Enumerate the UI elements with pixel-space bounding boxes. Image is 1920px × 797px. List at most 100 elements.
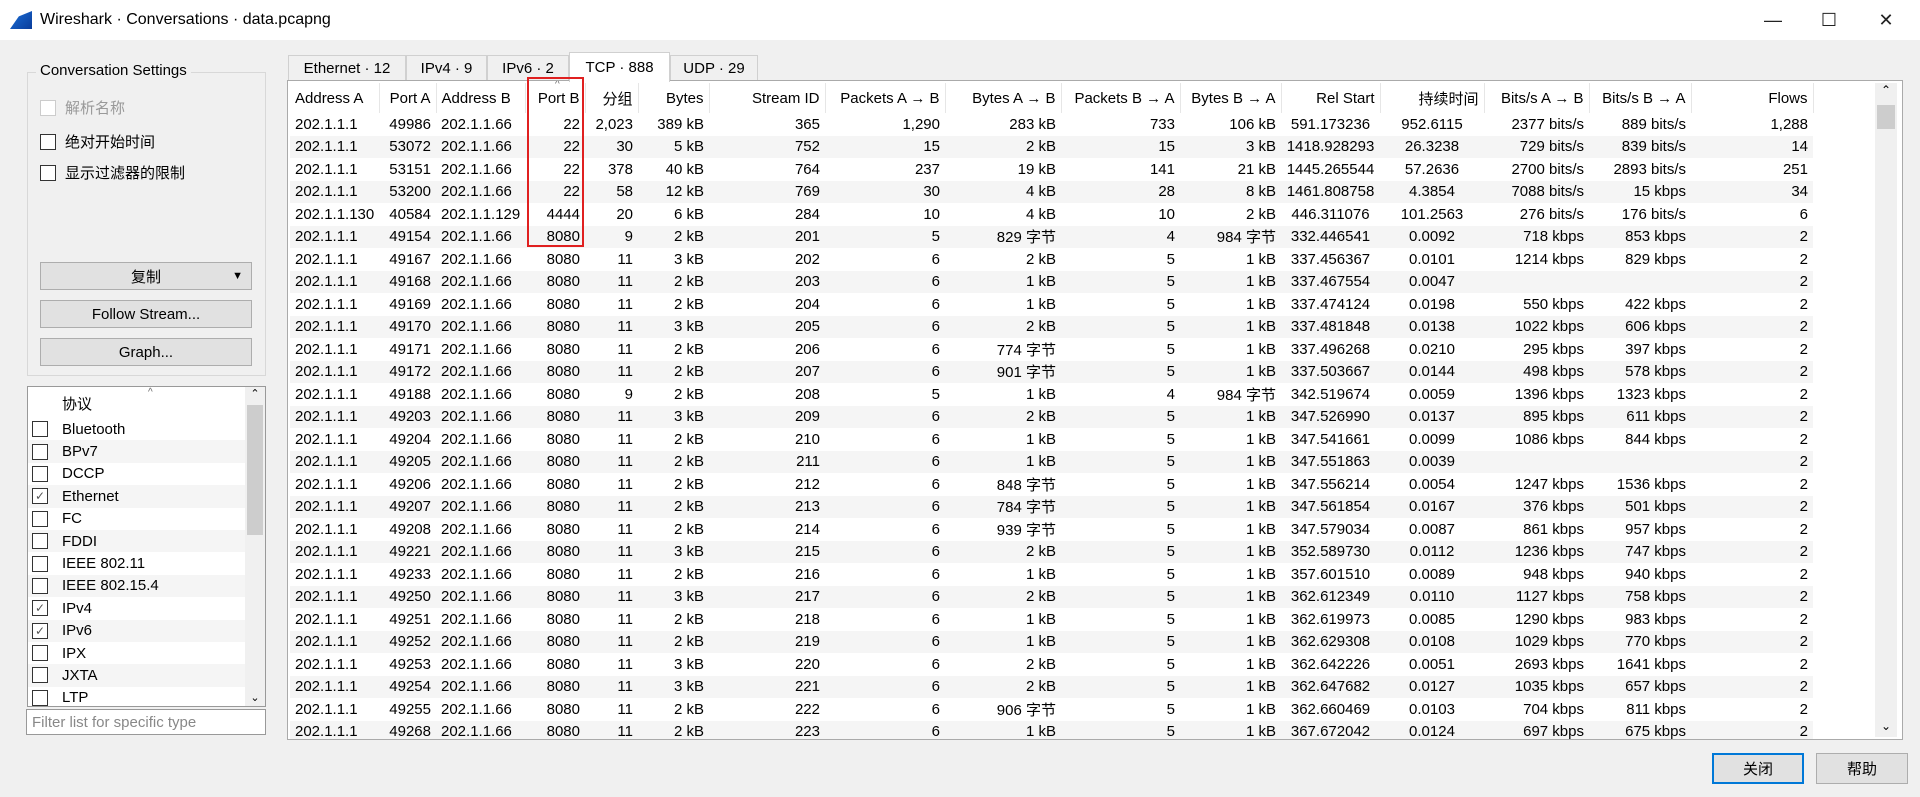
table-row[interactable]: 202.1.1.1 49168 202.1.1.66 8080 11 2 kB 203 6 1 … <box>290 270 1813 293</box>
protocol-checkbox[interactable] <box>32 689 48 706</box>
table-row[interactable]: 202.1.1.1 49203 202.1.1.66 8080 11 3 kB 209 6 2 … <box>290 405 1813 428</box>
table-row[interactable]: 202.1.1.1 49167 202.1.1.66 8080 11 3 kB 202 6 2 … <box>290 248 1813 271</box>
absolute-start-time-checkbox[interactable]: 绝对开始时间 <box>40 131 155 152</box>
protocol-item[interactable]: FDDI <box>28 529 265 553</box>
protocol-item[interactable]: Bluetooth <box>28 418 265 440</box>
table-row[interactable]: 202.1.1.130 40584 202.1.1.129 4444 20 6 kB 284… <box>290 203 1813 226</box>
protocol-item[interactable]: BPv7 <box>28 440 265 463</box>
protocol-checkbox[interactable] <box>32 555 48 572</box>
protocol-checkbox[interactable] <box>32 510 48 527</box>
help-button[interactable]: 帮助 <box>1816 753 1908 784</box>
table-row[interactable]: 202.1.1.1 49221 202.1.1.66 8080 11 3 kB 215 6 2 … <box>290 540 1813 563</box>
tab-ipv6[interactable]: IPv6 · 2 <box>487 55 569 81</box>
protocol-checkbox[interactable] <box>32 667 48 684</box>
copy-button[interactable]: 复制 ▼ <box>40 262 252 290</box>
protocol-checkbox[interactable] <box>32 533 48 550</box>
protocol-checkbox[interactable] <box>32 465 48 482</box>
table-cell: 3 kB <box>673 543 704 561</box>
column-header[interactable]: Bytes A → B <box>945 83 1062 113</box>
column-header[interactable]: Bytes <box>638 83 710 113</box>
protocol-item[interactable]: ✓ IPv4 <box>28 597 265 619</box>
column-header[interactable]: 分组 <box>585 83 639 113</box>
table-row[interactable]: 202.1.1.1 49206 202.1.1.66 8080 11 2 kB 212 6 84… <box>290 473 1813 496</box>
protocol-item[interactable]: DCCP <box>28 463 265 485</box>
column-header[interactable]: Port A <box>379 83 437 113</box>
table-row[interactable]: 202.1.1.1 53200 202.1.1.66 22 58 12 kB 769 30 4 … <box>290 180 1813 203</box>
table-row[interactable]: 202.1.1.1 49169 202.1.1.66 8080 11 2 kB 204 6 1 … <box>290 293 1813 316</box>
table-cell: 0.0210 <box>1409 340 1455 358</box>
protocol-checkbox[interactable]: ✓ <box>32 488 48 505</box>
scroll-up-icon[interactable]: ⌃ <box>1875 83 1897 105</box>
table-row[interactable]: 202.1.1.1 49986 202.1.1.66 22 2,023 389 kB 365… <box>290 113 1813 136</box>
tab-tcp[interactable]: TCP · 888 <box>569 52 670 82</box>
scrollbar-thumb[interactable] <box>1877 105 1895 129</box>
table-row[interactable]: 202.1.1.1 49172 202.1.1.66 8080 11 2 kB 207 6 90… <box>290 360 1813 383</box>
column-header[interactable]: Address A <box>290 83 380 113</box>
table-cell: 0.0138 <box>1409 318 1455 336</box>
table-row[interactable]: 202.1.1.1 49208 202.1.1.66 8080 11 2 kB 214 6 93… <box>290 518 1813 541</box>
table-cell: 1 kB <box>1245 543 1276 561</box>
resolve-names-checkbox[interactable]: 解析名称 <box>40 97 125 118</box>
tab-ethernet[interactable]: Ethernet · 12 <box>288 55 406 81</box>
protocol-item[interactable]: LTP <box>28 687 265 706</box>
tab-ipv4[interactable]: IPv4 · 9 <box>406 55 487 81</box>
protocol-item[interactable]: IPX <box>28 642 265 664</box>
protocol-item[interactable]: IEEE 802.11 <box>28 552 265 574</box>
protocol-checkbox[interactable]: ✓ <box>32 600 48 617</box>
protocol-item[interactable]: IEEE 802.15.4 <box>28 574 265 598</box>
close-icon[interactable]: ✕ <box>1858 0 1914 40</box>
table-row[interactable]: 202.1.1.1 49253 202.1.1.66 8080 11 3 kB 220 6 2 … <box>290 653 1813 676</box>
table-row[interactable]: 202.1.1.1 49204 202.1.1.66 8080 11 2 kB 210 6 1 … <box>290 428 1813 451</box>
table-row[interactable]: 202.1.1.1 49268 202.1.1.66 8080 11 2 kB 223 6 1 … <box>290 720 1813 739</box>
column-header[interactable]: Stream ID <box>709 83 826 113</box>
minimize-icon[interactable]: — <box>1745 0 1801 40</box>
table-row[interactable]: 202.1.1.1 53151 202.1.1.66 22 378 40 kB 764 237… <box>290 158 1813 181</box>
maximize-icon[interactable]: ☐ <box>1801 0 1857 40</box>
table-row[interactable]: 202.1.1.1 49171 202.1.1.66 8080 11 2 kB 206 6 77… <box>290 338 1813 361</box>
column-header[interactable]: 持续时间 <box>1380 83 1485 113</box>
protocol-item[interactable]: FC <box>28 508 265 530</box>
protocol-list-scrollbar[interactable]: ⌃ ⌄ <box>245 387 265 706</box>
close-button[interactable]: 关闭 <box>1712 753 1804 784</box>
column-header[interactable]: Address B <box>436 83 526 113</box>
table-row[interactable]: 202.1.1.1 49207 202.1.1.66 8080 11 2 kB 213 6 78… <box>290 495 1813 518</box>
scrollbar-thumb[interactable] <box>247 405 263 535</box>
graph-button[interactable]: Graph... <box>40 338 252 366</box>
column-header[interactable]: Rel Start <box>1281 83 1381 113</box>
table-row[interactable]: 202.1.1.1 49250 202.1.1.66 8080 11 3 kB 217 6 2 … <box>290 585 1813 608</box>
table-row[interactable]: 202.1.1.1 49251 202.1.1.66 8080 11 2 kB 218 6 1 … <box>290 608 1813 631</box>
protocol-item[interactable]: JXTA <box>28 664 265 687</box>
scroll-down-icon[interactable]: ⌄ <box>1875 719 1897 733</box>
protocol-filter-input[interactable]: Filter list for specific type <box>26 709 266 735</box>
protocol-checkbox[interactable]: ✓ <box>32 622 48 639</box>
column-header[interactable]: Bytes B → A <box>1180 83 1282 113</box>
limit-to-display-filter-checkbox[interactable]: 显示过滤器的限制 <box>40 162 185 183</box>
scroll-down-icon[interactable]: ⌄ <box>245 691 265 704</box>
protocol-checkbox[interactable] <box>32 577 48 594</box>
table-row[interactable]: 202.1.1.1 49233 202.1.1.66 8080 11 2 kB 216 6 1 … <box>290 563 1813 586</box>
column-header[interactable]: Packets B → A <box>1061 83 1181 113</box>
table-row[interactable]: 202.1.1.1 53072 202.1.1.66 22 30 5 kB 752 15 2 k… <box>290 135 1813 158</box>
table-scrollbar[interactable]: ⌃ ⌄ <box>1875 83 1897 737</box>
table-row[interactable]: 202.1.1.1 49254 202.1.1.66 8080 11 3 kB 221 6 2 … <box>290 675 1813 698</box>
protocol-checkbox[interactable] <box>32 645 48 662</box>
tab-udp[interactable]: UDP · 29 <box>670 55 758 81</box>
table-row[interactable]: 202.1.1.1 49154 202.1.1.66 8080 9 2 kB 201 5 829… <box>290 225 1813 248</box>
protocol-list-header[interactable]: ^ 协议 <box>28 387 265 418</box>
column-header[interactable]: ^ Port B <box>525 81 586 113</box>
follow-stream-button[interactable]: Follow Stream... <box>40 300 252 328</box>
column-header[interactable]: Packets A → B <box>825 83 946 113</box>
table-row[interactable]: 202.1.1.1 49255 202.1.1.66 8080 11 2 kB 222 6 90… <box>290 698 1813 721</box>
protocol-item[interactable]: ✓ Ethernet <box>28 485 265 508</box>
column-header[interactable]: Flows <box>1691 83 1814 113</box>
column-header[interactable]: Bits/s B → A <box>1589 83 1692 113</box>
scroll-up-icon[interactable]: ⌃ <box>245 387 265 405</box>
table-row[interactable]: 202.1.1.1 49252 202.1.1.66 8080 11 2 kB 219 6 1 … <box>290 630 1813 653</box>
table-row[interactable]: 202.1.1.1 49188 202.1.1.66 8080 9 2 kB 208 5 1 k… <box>290 383 1813 406</box>
table-row[interactable]: 202.1.1.1 49205 202.1.1.66 8080 11 2 kB 211 6 1 … <box>290 450 1813 473</box>
column-header[interactable]: Bits/s A → B <box>1484 83 1590 113</box>
protocol-checkbox[interactable] <box>32 421 48 438</box>
protocol-checkbox[interactable] <box>32 443 48 460</box>
table-row[interactable]: 202.1.1.1 49170 202.1.1.66 8080 11 3 kB 205 6 2 … <box>290 315 1813 338</box>
protocol-item[interactable]: ✓ IPv6 <box>28 619 265 642</box>
